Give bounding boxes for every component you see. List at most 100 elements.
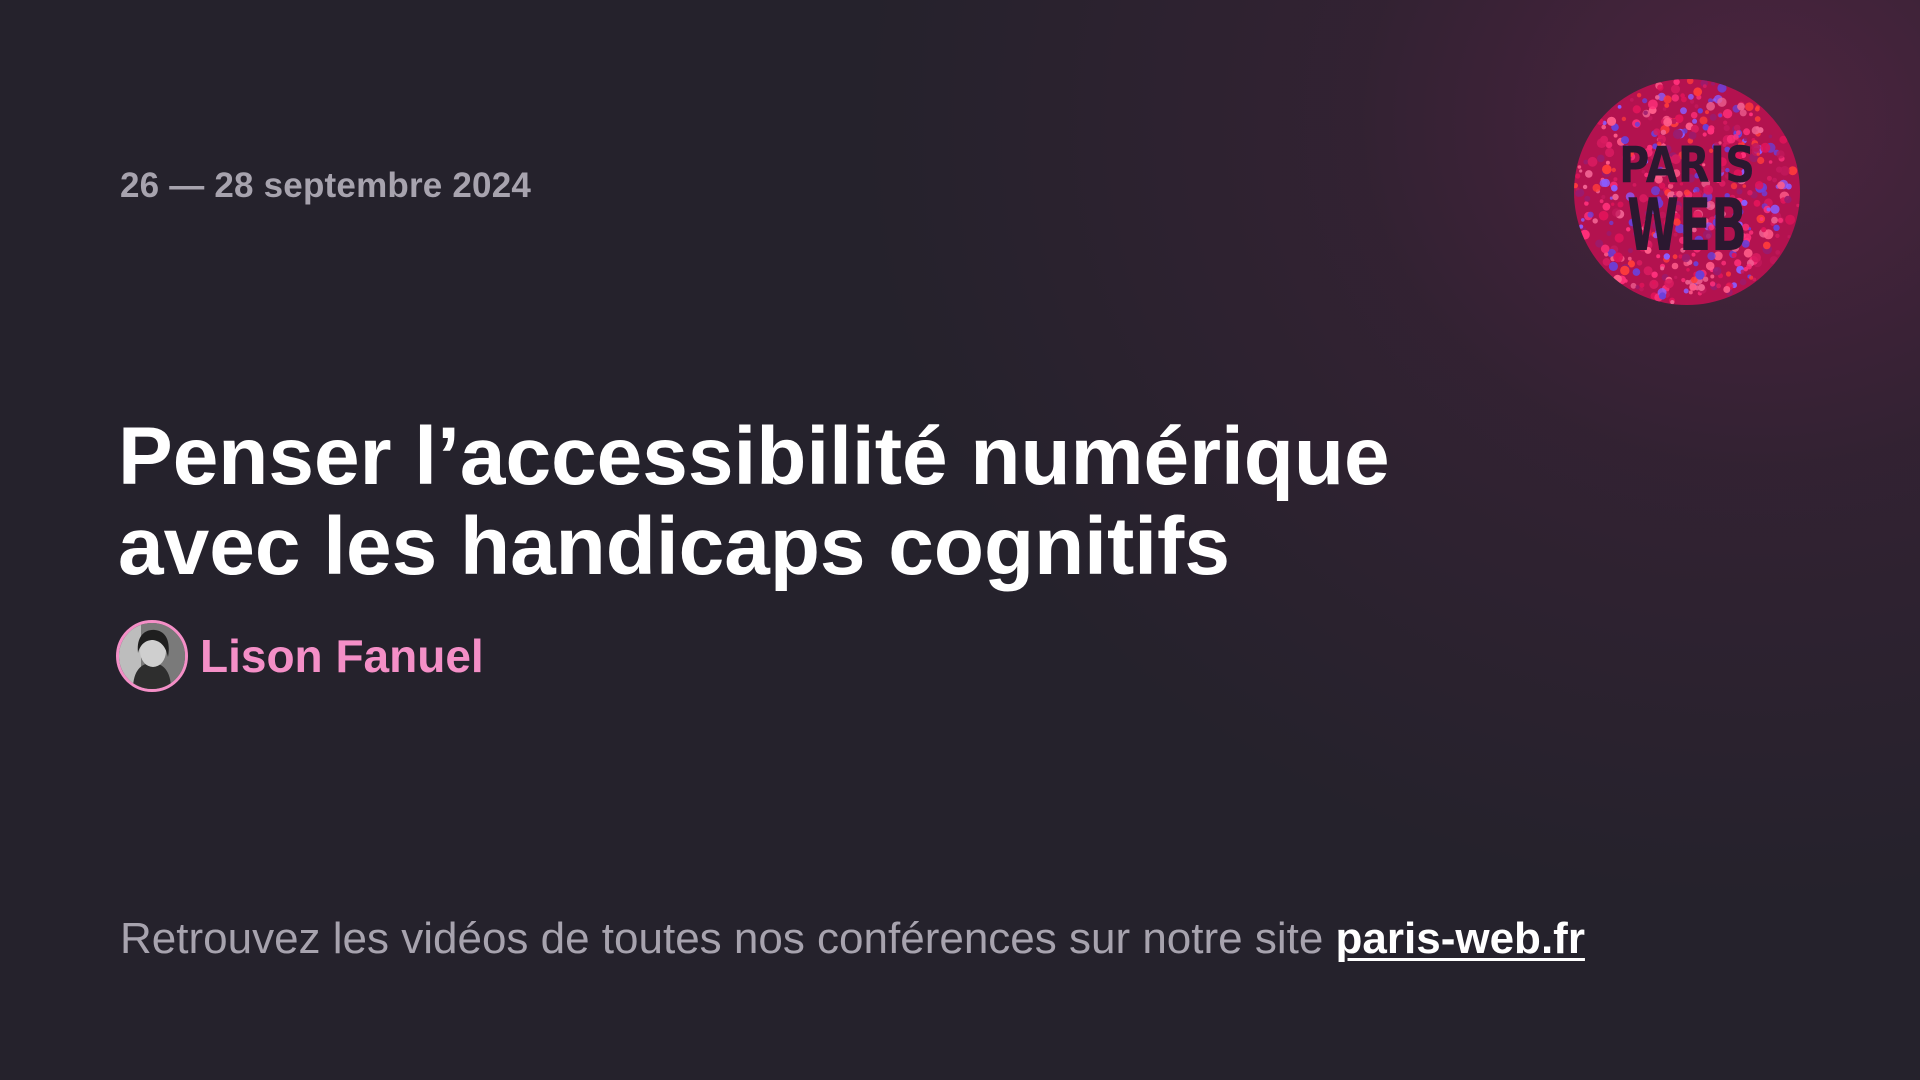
logo-dot	[1776, 166, 1783, 173]
logo-dot	[1663, 117, 1673, 127]
paris-web-link[interactable]: paris-web.fr	[1336, 914, 1585, 963]
logo-dot	[1709, 281, 1716, 287]
logo-dot	[1599, 179, 1608, 187]
logo-dot	[1600, 244, 1610, 254]
logo-dot	[1639, 282, 1645, 288]
logo-dot	[1745, 102, 1754, 111]
logo-dot	[1670, 300, 1675, 305]
logo-dot	[1772, 177, 1777, 183]
logo-dot	[1674, 275, 1678, 279]
logo-dot	[1655, 95, 1660, 100]
logo-dot	[1690, 111, 1698, 119]
logo-dot	[1748, 230, 1754, 235]
event-dates: 26 — 28 septembre 2024	[120, 166, 532, 205]
logo-dot	[1617, 201, 1624, 208]
logo-dot	[1575, 173, 1581, 179]
logo-dot	[1725, 271, 1732, 277]
logo-dot	[1775, 250, 1781, 255]
speaker-avatar	[116, 620, 188, 692]
footer-note: Retrouvez les vidéos de toutes nos confé…	[120, 914, 1585, 964]
logo-dot	[1760, 142, 1771, 153]
logo-dot	[1768, 160, 1773, 164]
logo-dot	[1606, 116, 1617, 126]
logo-dot	[1709, 113, 1717, 121]
logo-dot	[1757, 127, 1764, 134]
logo-dot	[1651, 280, 1657, 285]
logo-dot	[1761, 227, 1767, 233]
logo-dot	[1671, 94, 1679, 102]
logo-dot	[1636, 93, 1642, 98]
talk-title-line-1: Penser l’accessibilité numérique	[118, 411, 1390, 502]
logo-dot	[1784, 195, 1792, 204]
logo-dot	[1597, 154, 1605, 163]
logo-dot	[1598, 210, 1609, 221]
logo-dot	[1673, 79, 1680, 86]
logo-dot	[1617, 105, 1622, 109]
logo-dot	[1777, 217, 1784, 223]
logo-dot	[1664, 278, 1674, 289]
logo-dot	[1651, 271, 1658, 278]
logo-dot	[1596, 118, 1604, 125]
logo-dot	[1771, 216, 1778, 224]
logo-dot	[1785, 214, 1796, 225]
logo-dot	[1664, 103, 1670, 108]
logo-dot	[1671, 84, 1680, 94]
logo-dot	[1587, 211, 1594, 218]
logo-dot	[1705, 110, 1709, 115]
logo-dot	[1749, 112, 1753, 117]
logo-dot	[1579, 169, 1583, 173]
logo-dot	[1632, 268, 1641, 276]
logo-dot	[1743, 267, 1748, 272]
logo-dot	[1722, 109, 1733, 119]
logo-dot	[1658, 292, 1667, 300]
logo-dot	[1602, 164, 1612, 175]
logo-dot	[1587, 156, 1598, 167]
logo-dot	[1766, 207, 1771, 212]
logo-dot	[1753, 199, 1761, 207]
logo-dot	[1579, 224, 1584, 229]
logo-dot	[1711, 81, 1715, 86]
logo-dot	[1776, 150, 1785, 159]
logo-dot	[1723, 120, 1728, 125]
logo-dot	[1768, 134, 1773, 139]
logo-dot	[1612, 193, 1619, 201]
logo-dot	[1761, 190, 1768, 197]
logo-dot	[1632, 105, 1641, 114]
logo-dot	[1754, 181, 1764, 190]
logo-dot	[1581, 218, 1585, 222]
logo-dot	[1777, 181, 1785, 190]
logo-dot	[1754, 106, 1760, 112]
logo-dot	[1613, 133, 1618, 138]
logo-dot	[1733, 124, 1741, 132]
paris-web-logo: PARIS WEB	[1573, 78, 1801, 306]
logo-dot	[1613, 274, 1622, 284]
footer-text: Retrouvez les vidéos de toutes nos confé…	[120, 914, 1336, 963]
logo-dot	[1770, 204, 1780, 214]
logo-dot	[1749, 275, 1754, 280]
logo-dot	[1759, 217, 1764, 221]
logo-dot	[1606, 231, 1612, 236]
speaker: Lison Fanuel	[116, 620, 484, 692]
logo-dot	[1605, 147, 1615, 158]
logo-dot	[1716, 283, 1721, 289]
logo-dot	[1723, 286, 1731, 293]
talk-title-line-2: avec les handicaps cognitifs	[118, 501, 1230, 592]
logo-dot	[1683, 288, 1689, 294]
logo-dot	[1712, 98, 1716, 102]
logo-dot	[1621, 116, 1627, 122]
logo-dot	[1754, 116, 1761, 122]
logo-dot	[1613, 177, 1618, 182]
logo-dot	[1620, 265, 1630, 276]
logo-dot	[1717, 97, 1727, 107]
logo-dot	[1634, 121, 1640, 127]
logo-dot	[1608, 261, 1618, 271]
logo-dot	[1737, 102, 1745, 111]
logo-dot	[1708, 125, 1715, 132]
logo-dot	[1643, 266, 1653, 276]
logo-dot	[1585, 170, 1593, 178]
logo-dot	[1739, 278, 1747, 286]
logo-dot	[1775, 233, 1780, 238]
logo-dot	[1582, 184, 1588, 190]
speaker-avatar-icon	[119, 623, 185, 689]
logo-dot	[1718, 113, 1723, 118]
